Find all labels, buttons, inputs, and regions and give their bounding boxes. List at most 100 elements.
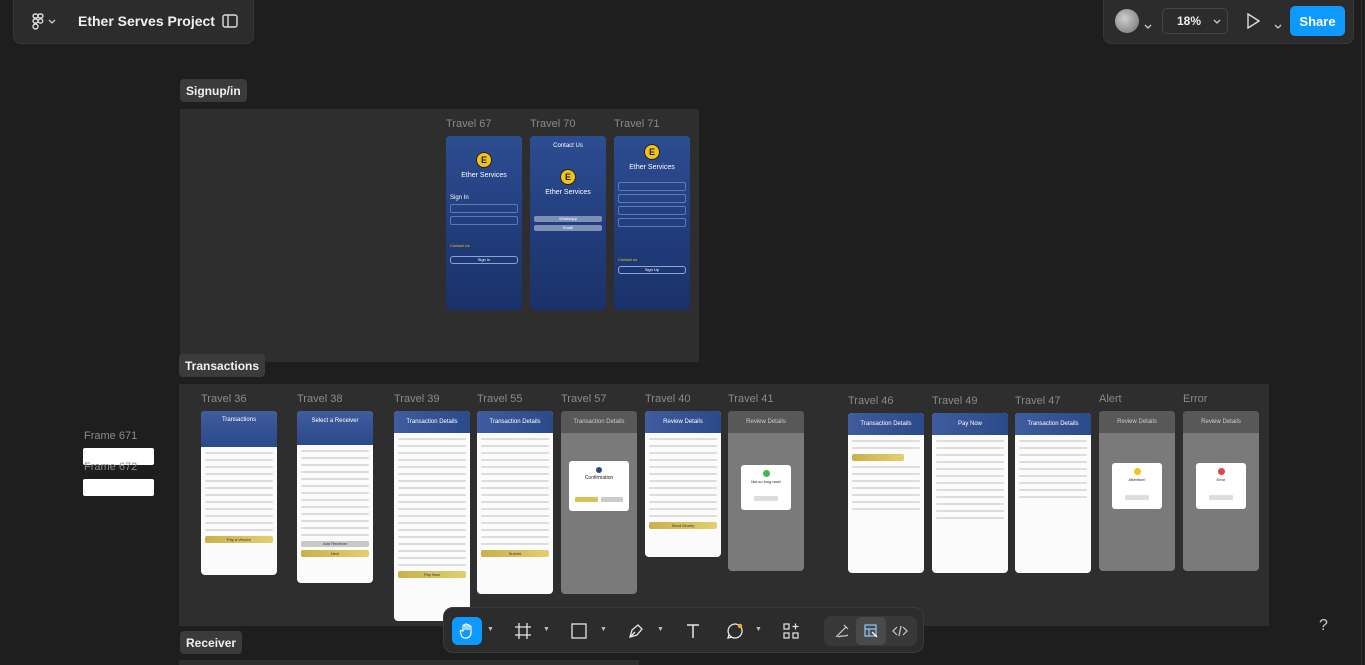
help-icon[interactable]: ? [1319, 617, 1328, 635]
signin-title: Sign In [450, 195, 469, 201]
frame-label[interactable]: Travel 40 [645, 393, 690, 405]
design-mode-icon[interactable] [856, 617, 886, 645]
screen-title: Select a Receiver [297, 411, 373, 445]
chevron-down-icon[interactable]: ▼ [487, 626, 494, 633]
chevron-down-icon[interactable]: ▼ [543, 626, 550, 633]
frame-label[interactable]: Travel 71 [614, 118, 659, 130]
name-field[interactable] [618, 182, 686, 191]
frame-label[interactable]: Travel 39 [394, 393, 439, 405]
pen-tool-icon[interactable] [621, 617, 651, 645]
modal-done-button[interactable] [754, 496, 778, 501]
frame-travel-46[interactable]: Transaction Details [848, 413, 924, 573]
email-field[interactable] [618, 194, 686, 203]
alert-modal: Attention! [1112, 463, 1162, 509]
modal-title: Attention! [1128, 477, 1146, 482]
frame-travel-41[interactable]: Review Details Not so long now! [728, 411, 804, 571]
zoom-label: 18% [1177, 14, 1202, 28]
warning-icon [1133, 468, 1141, 475]
frame-travel-38[interactable]: Select a Receiver Add Receiver Next [297, 411, 373, 583]
frame-travel-36[interactable]: Transactions Pay a Vendor [201, 411, 277, 575]
frame-travel-40[interactable]: Review Details Send Money [645, 411, 721, 557]
modal-close-button[interactable] [1125, 495, 1149, 500]
add-receiver-button[interactable]: Add Receiver [301, 541, 369, 547]
pay-now-button[interactable]: Pay Now [398, 571, 466, 578]
signup-button[interactable]: Sign Up [618, 266, 686, 274]
hand-tool-icon[interactable] [452, 617, 482, 645]
chevron-down-icon[interactable] [1274, 17, 1282, 35]
frame-672[interactable] [83, 479, 154, 496]
brand-name: Ether Services [461, 172, 507, 179]
frame-travel-49[interactable]: Pay Now [932, 413, 1008, 573]
frame-label[interactable]: Travel 46 [848, 395, 893, 407]
frame-travel-57[interactable]: Transaction Details Confirmation [561, 411, 637, 594]
modal-close-button[interactable] [1209, 495, 1233, 500]
confirm-field[interactable] [618, 218, 686, 227]
frame-label[interactable]: Error [1183, 393, 1207, 405]
actions-tool-icon[interactable] [776, 617, 806, 645]
pay-vendor-button[interactable]: Pay a Vendor [205, 536, 273, 543]
confirm-no-button[interactable] [600, 497, 623, 502]
send-money-button[interactable]: Send Money [649, 522, 717, 529]
rectangle-tool-icon[interactable] [564, 617, 594, 645]
section-label-transactions[interactable]: Transactions [179, 354, 266, 377]
signin-button[interactable]: Sign In [450, 256, 518, 264]
section-label-signup[interactable]: Signup/in [180, 79, 247, 102]
next-button[interactable]: Next [301, 550, 369, 557]
project-title[interactable]: Ether Serves Project [78, 13, 215, 29]
frame-travel-39[interactable]: Transaction Details Pay Now [394, 411, 470, 621]
email-button[interactable]: Email [534, 225, 602, 231]
share-button[interactable]: Share [1290, 6, 1345, 36]
zoom-dropdown[interactable]: 18% [1162, 8, 1228, 34]
frame-label[interactable]: Travel 67 [446, 118, 491, 130]
whatsapp-button[interactable]: Whatsapp [534, 216, 602, 222]
chevron-down-icon[interactable]: ▼ [600, 626, 607, 633]
avatar[interactable] [1115, 9, 1139, 33]
frame-tool-icon[interactable] [508, 617, 538, 645]
frame-error[interactable]: Review Details Error [1183, 411, 1259, 571]
password-field[interactable] [450, 216, 518, 225]
frame-alert[interactable]: Review Details Attention! [1099, 411, 1175, 571]
frame-label[interactable]: Travel 41 [728, 393, 773, 405]
logo-icon: E [560, 169, 576, 185]
contact-title: Contact Us [553, 143, 583, 149]
frame-label[interactable]: Travel 57 [561, 393, 606, 405]
chevron-down-icon[interactable]: ▼ [755, 626, 762, 633]
frame-label[interactable]: Travel 49 [932, 395, 977, 407]
draw-mode-icon[interactable] [827, 617, 857, 645]
frame-travel-67[interactable]: E Ether Services Sign In Contact Us Sign… [446, 136, 522, 310]
dev-mode-icon[interactable] [885, 617, 915, 645]
screen-title: Transaction Details [561, 411, 637, 433]
error-icon [1217, 468, 1225, 475]
password-field[interactable] [618, 206, 686, 215]
screen-title: Review Details [645, 411, 721, 433]
username-field[interactable] [450, 204, 518, 213]
section-receiver[interactable] [179, 660, 639, 665]
submit-button[interactable]: Submit [481, 550, 549, 557]
frame-label[interactable]: Travel 55 [477, 393, 522, 405]
frame-label[interactable]: Alert [1099, 393, 1122, 405]
sidebar-toggle-icon[interactable] [222, 14, 238, 33]
frame-travel-70[interactable]: Contact Us E Ether Services Whatsapp Ema… [530, 136, 606, 310]
text-tool-icon[interactable] [678, 617, 708, 645]
section-label-receiver[interactable]: Receiver [180, 631, 243, 654]
frame-label[interactable]: Frame 671 [84, 430, 137, 442]
frame-label[interactable]: Travel 47 [1015, 395, 1060, 407]
chevron-down-icon[interactable]: ▼ [657, 626, 664, 633]
comment-tool-icon[interactable] [720, 617, 750, 645]
frame-label[interactable]: Frame 672 [84, 461, 137, 473]
frame-label[interactable]: Travel 36 [201, 393, 246, 405]
chevron-down-icon[interactable] [1144, 17, 1152, 35]
frame-label[interactable]: Travel 70 [530, 118, 575, 130]
frame-travel-47[interactable]: Transaction Details [1015, 413, 1091, 573]
frame-travel-55[interactable]: Transaction Details Submit [477, 411, 553, 594]
contact-link[interactable]: Contact us [618, 257, 686, 262]
logo-icon: E [644, 144, 660, 160]
canvas-edge [1361, 0, 1362, 665]
confirm-yes-button[interactable] [575, 497, 598, 502]
present-play-icon[interactable] [1246, 12, 1261, 34]
frame-label[interactable]: Travel 38 [297, 393, 342, 405]
figma-menu-icon[interactable] [30, 12, 62, 32]
frame-travel-71[interactable]: E Ether Services Contact us Sign Up [614, 136, 690, 310]
contact-link[interactable]: Contact Us [450, 243, 518, 248]
logo-icon: E [476, 152, 492, 168]
